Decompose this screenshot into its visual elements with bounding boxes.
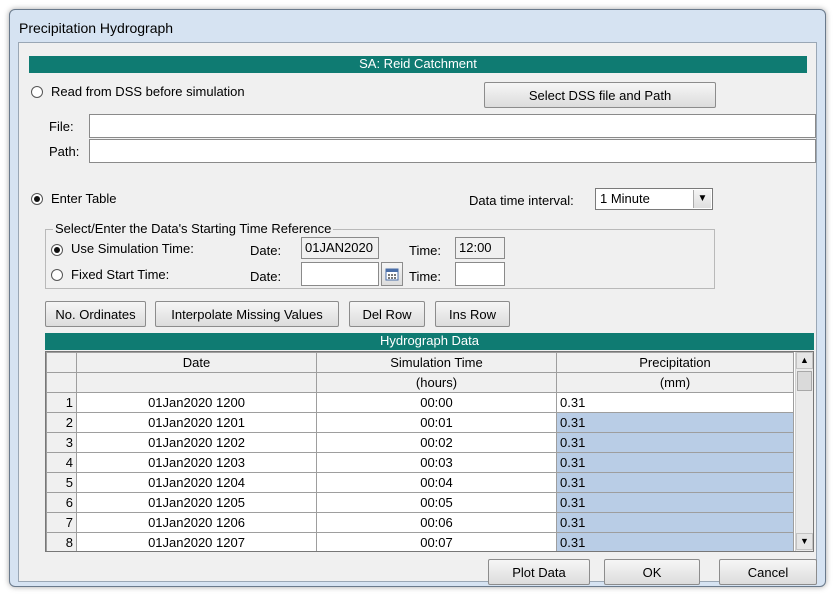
- plot-data-button[interactable]: Plot Data: [488, 559, 590, 585]
- dialog-client-area: SA: Reid Catchment Read from DSS before …: [18, 42, 817, 585]
- row-number[interactable]: 4: [46, 452, 77, 473]
- units-precipitation: (mm): [556, 372, 794, 393]
- row-number[interactable]: 3: [46, 432, 77, 453]
- enter-table-label: Enter Table: [51, 191, 117, 206]
- ok-button[interactable]: OK: [604, 559, 700, 585]
- cancel-button[interactable]: Cancel: [719, 559, 817, 585]
- hydrograph-data-banner: Hydrograph Data: [45, 333, 814, 350]
- date-cell: 01Jan2020 1202: [76, 432, 317, 453]
- calendar-icon: [385, 268, 399, 281]
- window-title: Precipitation Hydrograph: [19, 20, 174, 36]
- units-simulation-time: (hours): [316, 372, 557, 393]
- interval-select[interactable]: 1 Minute ▼: [595, 188, 713, 210]
- precipitation-hydrograph-window: Precipitation Hydrograph SA: Reid Catchm…: [9, 9, 826, 587]
- row-number[interactable]: 5: [46, 472, 77, 493]
- hydrograph-grid: Date Simulation Time Precipitation (hour…: [45, 351, 814, 552]
- fixed-time-label: Time:: [409, 269, 442, 284]
- row-number[interactable]: 1: [46, 392, 77, 413]
- interpolate-button[interactable]: Interpolate Missing Values: [155, 301, 339, 327]
- table-row: 6 01Jan2020 1205 00:05 0.31: [46, 492, 794, 513]
- precipitation-cell[interactable]: 0.31: [556, 412, 794, 433]
- units-date: [76, 372, 317, 393]
- table-row: 2 01Jan2020 1201 00:01 0.31: [46, 412, 794, 433]
- no-ordinates-button[interactable]: No. Ordinates: [45, 301, 146, 327]
- fixed-start-time-label: Fixed Start Time:: [71, 267, 170, 282]
- read-dss-radio[interactable]: [31, 86, 43, 98]
- grid-units-row: (hours) (mm): [46, 372, 794, 393]
- sim-date-field: 01JAN2020: [301, 237, 379, 259]
- grid-vertical-scrollbar[interactable]: ▲ ▼: [795, 352, 813, 551]
- precipitation-cell[interactable]: 0.31: [556, 432, 794, 453]
- column-header-simulation-time: Simulation Time: [316, 352, 557, 373]
- scroll-up-icon[interactable]: ▲: [796, 352, 813, 369]
- table-row: 5 01Jan2020 1204 00:04 0.31: [46, 472, 794, 493]
- date-cell: 01Jan2020 1201: [76, 412, 317, 433]
- calendar-button[interactable]: [381, 262, 403, 286]
- time-reference-group-label: Select/Enter the Data's Starting Time Re…: [53, 221, 334, 236]
- fixed-start-time-radio[interactable]: [51, 269, 63, 281]
- chevron-down-icon[interactable]: ▼: [693, 190, 711, 208]
- column-header-date: Date: [76, 352, 317, 373]
- precipitation-cell[interactable]: 0.31: [556, 492, 794, 513]
- fixed-date-input[interactable]: [301, 262, 379, 286]
- sim-time-label: Time:: [409, 243, 442, 258]
- row-number[interactable]: 6: [46, 492, 77, 513]
- interval-label: Data time interval:: [469, 193, 574, 208]
- del-row-button[interactable]: Del Row: [349, 301, 425, 327]
- date-cell: 01Jan2020 1207: [76, 532, 317, 551]
- scroll-thumb[interactable]: [797, 371, 812, 391]
- precipitation-cell[interactable]: 0.31: [556, 472, 794, 493]
- precipitation-cell[interactable]: 0.31: [556, 512, 794, 533]
- fixed-date-label: Date:: [250, 269, 282, 284]
- table-row: 4 01Jan2020 1203 00:03 0.31: [46, 452, 794, 473]
- precipitation-cell[interactable]: 0.31: [556, 452, 794, 473]
- sim-time-field: 12:00: [455, 237, 505, 259]
- date-cell: 01Jan2020 1204: [76, 472, 317, 493]
- precipitation-cell[interactable]: 0.31: [556, 532, 794, 551]
- fixed-time-input[interactable]: [455, 262, 505, 286]
- interval-value: 1 Minute: [600, 191, 650, 206]
- subbasin-banner: SA: Reid Catchment: [29, 56, 807, 73]
- use-simulation-time-radio[interactable]: [51, 244, 63, 256]
- date-cell: 01Jan2020 1203: [76, 452, 317, 473]
- table-row: 3 01Jan2020 1202 00:02 0.31: [46, 432, 794, 453]
- time-cell: 00:04: [316, 472, 557, 493]
- row-number[interactable]: 8: [46, 532, 77, 551]
- file-input[interactable]: [89, 114, 816, 138]
- time-cell: 00:06: [316, 512, 557, 533]
- time-cell: 00:03: [316, 452, 557, 473]
- date-cell: 01Jan2020 1205: [76, 492, 317, 513]
- grid-header-row: Date Simulation Time Precipitation: [46, 352, 794, 373]
- time-cell: 00:01: [316, 412, 557, 433]
- select-dss-button[interactable]: Select DSS file and Path: [484, 82, 716, 108]
- precipitation-cell[interactable]: 0.31: [556, 392, 794, 413]
- row-number[interactable]: 7: [46, 512, 77, 533]
- corner-cell: [46, 372, 77, 393]
- time-cell: 00:02: [316, 432, 557, 453]
- enter-table-radio[interactable]: [31, 193, 43, 205]
- table-row: 1 01Jan2020 1200 00:00 0.31: [46, 392, 794, 413]
- date-cell: 01Jan2020 1200: [76, 392, 317, 413]
- sim-date-label: Date:: [250, 243, 282, 258]
- path-label: Path:: [49, 144, 80, 159]
- use-simulation-time-label: Use Simulation Time:: [71, 241, 194, 256]
- time-cell: 00:07: [316, 532, 557, 551]
- file-label: File:: [49, 119, 74, 134]
- scroll-down-icon[interactable]: ▼: [796, 533, 813, 550]
- path-input[interactable]: [89, 139, 816, 163]
- table-row: 8 01Jan2020 1207 00:07 0.31: [46, 532, 794, 551]
- read-dss-label: Read from DSS before simulation: [51, 84, 245, 99]
- corner-cell: [46, 352, 77, 373]
- column-header-precipitation: Precipitation: [556, 352, 794, 373]
- ins-row-button[interactable]: Ins Row: [435, 301, 510, 327]
- time-cell: 00:05: [316, 492, 557, 513]
- row-number[interactable]: 2: [46, 412, 77, 433]
- table-row: 7 01Jan2020 1206 00:06 0.31: [46, 512, 794, 533]
- date-cell: 01Jan2020 1206: [76, 512, 317, 533]
- time-cell: 00:00: [316, 392, 557, 413]
